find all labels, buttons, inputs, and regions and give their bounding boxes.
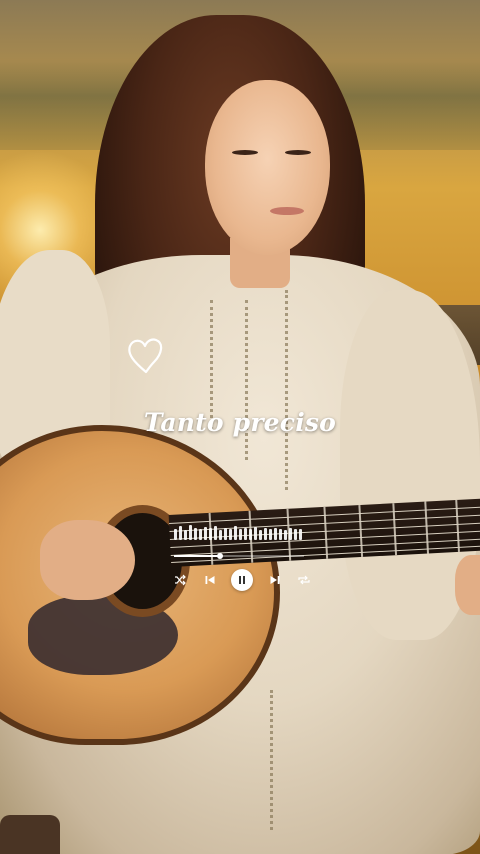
song-title: Tanto preciso xyxy=(143,408,337,437)
equalizer-bar xyxy=(179,526,182,540)
equalizer-bar xyxy=(254,527,257,540)
equalizer-bar xyxy=(209,528,212,540)
repeat-icon[interactable] xyxy=(296,572,312,588)
equalizer-bar xyxy=(189,525,192,540)
playback-controls xyxy=(172,568,312,592)
equalizer-bar xyxy=(194,528,197,540)
next-icon[interactable] xyxy=(267,572,283,588)
equalizer-bar xyxy=(199,529,202,540)
progress-knob[interactable] xyxy=(216,553,223,559)
equalizer-bar xyxy=(174,529,177,540)
pause-icon xyxy=(239,576,245,584)
equalizer-bar xyxy=(184,530,187,540)
equalizer-bar xyxy=(214,526,217,540)
equalizer-bar xyxy=(234,526,237,540)
equalizer-bar xyxy=(244,528,247,540)
pause-button[interactable] xyxy=(231,569,253,591)
equalizer-bar xyxy=(229,529,232,540)
equalizer-bar xyxy=(239,529,242,540)
equalizer-bar xyxy=(269,529,272,540)
previous-icon[interactable] xyxy=(202,572,218,588)
equalizer-bar xyxy=(204,527,207,540)
equalizer-bar xyxy=(259,530,262,540)
equalizer-visualizer xyxy=(174,524,302,540)
equalizer-bar xyxy=(274,528,277,540)
music-player xyxy=(172,520,312,592)
heart-outline-icon xyxy=(128,338,163,374)
equalizer-bar xyxy=(294,529,297,540)
equalizer-bar xyxy=(289,528,292,540)
progress-fill xyxy=(174,555,220,557)
music-overlay: Tanto preciso xyxy=(0,0,480,854)
equalizer-bar xyxy=(264,528,267,540)
equalizer-bar xyxy=(279,529,282,540)
equalizer-bar xyxy=(219,530,222,540)
equalizer-bar xyxy=(249,529,252,540)
shuffle-icon[interactable] xyxy=(172,572,188,588)
progress-bar[interactable] xyxy=(174,553,304,559)
equalizer-bar xyxy=(284,530,287,540)
equalizer-bar xyxy=(224,528,227,540)
equalizer-bar xyxy=(299,529,302,540)
